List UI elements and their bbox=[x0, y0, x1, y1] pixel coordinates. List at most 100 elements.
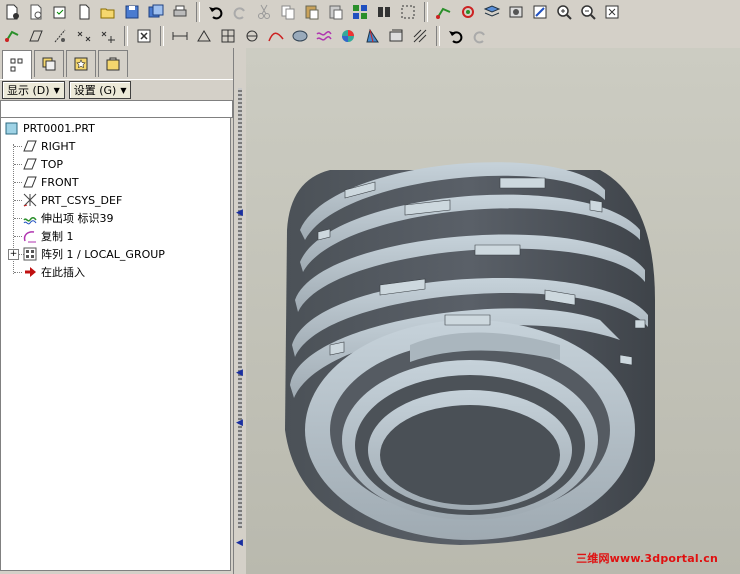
splitter-grip bbox=[238, 88, 242, 528]
graphics-viewport[interactable]: 三维网www.3dportal.cn bbox=[246, 48, 740, 574]
collapse-left-icon[interactable]: ◀ bbox=[236, 208, 243, 218]
layers-icon[interactable] bbox=[481, 1, 503, 23]
surface-analysis-icon[interactable] bbox=[289, 25, 311, 47]
new-icon[interactable] bbox=[1, 1, 23, 23]
connections-tab[interactable] bbox=[98, 50, 128, 77]
separator bbox=[436, 26, 440, 46]
refit-icon[interactable] bbox=[601, 1, 623, 23]
settings-menu-label: 设置 (G) bbox=[73, 84, 117, 97]
collapse-left-icon[interactable]: ◀ bbox=[236, 368, 243, 378]
datum-plane-icon bbox=[22, 138, 38, 154]
tree-item-part[interactable]: PRT0001.PRT bbox=[4, 119, 95, 137]
tree-item-label: 在此插入 bbox=[41, 266, 85, 279]
separator bbox=[424, 2, 428, 22]
toolbar-row-2 bbox=[0, 24, 492, 48]
coord-sys-display-icon[interactable] bbox=[97, 25, 119, 47]
offset-analysis-icon[interactable] bbox=[385, 25, 407, 47]
3d-part-model[interactable] bbox=[246, 48, 740, 574]
tree-item-protrusion[interactable]: 伸出项 标识39 bbox=[22, 209, 114, 227]
shading-icon[interactable] bbox=[337, 25, 359, 47]
tree-item-label: PRT_CSYS_DEF bbox=[41, 193, 123, 207]
watermark: 三维网www.3dportal.cn bbox=[576, 552, 718, 565]
hatch-icon[interactable] bbox=[409, 25, 431, 47]
datum-plane-icon bbox=[22, 174, 38, 190]
tree-item-right[interactable]: RIGHT bbox=[22, 137, 75, 155]
find-icon[interactable] bbox=[373, 1, 395, 23]
select-box-icon[interactable] bbox=[397, 1, 419, 23]
zoom-out-icon[interactable] bbox=[577, 1, 599, 23]
saved-view-icon[interactable] bbox=[529, 1, 551, 23]
datum-point-display-icon[interactable] bbox=[73, 25, 95, 47]
copy-feature-icon bbox=[22, 228, 38, 244]
print-icon[interactable] bbox=[73, 1, 95, 23]
undo-icon[interactable] bbox=[445, 25, 467, 47]
panel-splitter[interactable]: ◀ ◀ ◀ ◀ bbox=[233, 48, 246, 574]
tree-item-label: 复制 1 bbox=[41, 230, 74, 243]
settings-menu-button[interactable]: 设置 (G) ▼ bbox=[68, 81, 132, 99]
tree-item-insert-here[interactable]: 在此插入 bbox=[22, 263, 85, 281]
view-manager-icon[interactable] bbox=[505, 1, 527, 23]
paste-icon[interactable] bbox=[301, 1, 323, 23]
collapse-left-icon[interactable]: ◀ bbox=[236, 538, 243, 548]
save-copy-icon[interactable] bbox=[145, 1, 167, 23]
open-folder-icon[interactable] bbox=[97, 1, 119, 23]
measure-icon[interactable] bbox=[169, 25, 191, 47]
separator bbox=[160, 26, 164, 46]
datum-axis-icon[interactable] bbox=[49, 25, 71, 47]
tree-connector bbox=[14, 236, 22, 237]
display-menu-label: 显示 (D) bbox=[7, 84, 50, 97]
draft-analysis-icon[interactable] bbox=[361, 25, 383, 47]
panel-tabs bbox=[2, 50, 130, 79]
layers-tab[interactable] bbox=[34, 50, 64, 77]
printer-icon[interactable] bbox=[169, 1, 191, 23]
save-icon[interactable] bbox=[49, 1, 71, 23]
curvature-icon[interactable] bbox=[313, 25, 335, 47]
cut-icon[interactable] bbox=[253, 1, 275, 23]
redo-icon[interactable] bbox=[229, 1, 251, 23]
close-window-icon[interactable] bbox=[133, 25, 155, 47]
tree-item-top[interactable]: TOP bbox=[22, 155, 63, 173]
tree-item-label: TOP bbox=[41, 157, 64, 171]
connections-icon bbox=[106, 57, 120, 71]
datum-display-icon[interactable] bbox=[433, 1, 455, 23]
datum-plane-icon[interactable] bbox=[25, 25, 47, 47]
paste-special-icon[interactable] bbox=[325, 1, 347, 23]
collapse-left-icon[interactable]: ◀ bbox=[236, 418, 243, 428]
toolbar-row-1 bbox=[0, 0, 624, 24]
regenerate-icon[interactable] bbox=[349, 1, 371, 23]
section-icon[interactable] bbox=[241, 25, 263, 47]
tree-connector bbox=[14, 200, 22, 201]
display-menu-button[interactable]: 显示 (D) ▼ bbox=[2, 81, 65, 99]
pattern-icon bbox=[22, 246, 38, 262]
tree-item-pattern[interactable]: 阵列 1 / LOCAL_GROUP bbox=[22, 245, 165, 263]
favorites-tab[interactable] bbox=[66, 50, 96, 77]
area-icon[interactable] bbox=[193, 25, 215, 47]
open-icon[interactable] bbox=[25, 1, 47, 23]
model-tree-tab[interactable] bbox=[2, 50, 32, 79]
tree-item-front[interactable]: FRONT bbox=[22, 173, 79, 191]
tree-item-label: PRT0001.PRT bbox=[23, 121, 95, 135]
spin-center-icon[interactable] bbox=[457, 1, 479, 23]
chevron-down-icon: ▼ bbox=[53, 85, 60, 95]
tree-item-label: 阵列 1 / LOCAL_GROUP bbox=[41, 248, 165, 261]
coord-sys-icon bbox=[22, 192, 38, 208]
separator bbox=[196, 2, 200, 22]
tree-connector bbox=[14, 164, 22, 165]
undo-icon[interactable] bbox=[205, 1, 227, 23]
copy-icon[interactable] bbox=[277, 1, 299, 23]
mass-properties-icon[interactable] bbox=[217, 25, 239, 47]
save-disk-icon[interactable] bbox=[121, 1, 143, 23]
protrusion-icon bbox=[22, 210, 38, 226]
model-tree: PRT0001.PRT RIGHT TOP FRONT PRT_CSYS_DEF… bbox=[0, 118, 231, 571]
favorites-icon bbox=[74, 57, 88, 71]
separator bbox=[124, 26, 128, 46]
zoom-in-icon[interactable] bbox=[553, 1, 575, 23]
curve-analysis-icon[interactable] bbox=[265, 25, 287, 47]
redo-icon[interactable] bbox=[469, 25, 491, 47]
tree-item-csys[interactable]: PRT_CSYS_DEF bbox=[22, 191, 122, 209]
tree-connector bbox=[14, 146, 22, 147]
datum-point-icon[interactable] bbox=[1, 25, 23, 47]
tree-item-copy[interactable]: 复制 1 bbox=[22, 227, 74, 245]
insert-here-arrow-icon bbox=[22, 264, 38, 280]
tree-column-header bbox=[0, 100, 233, 118]
